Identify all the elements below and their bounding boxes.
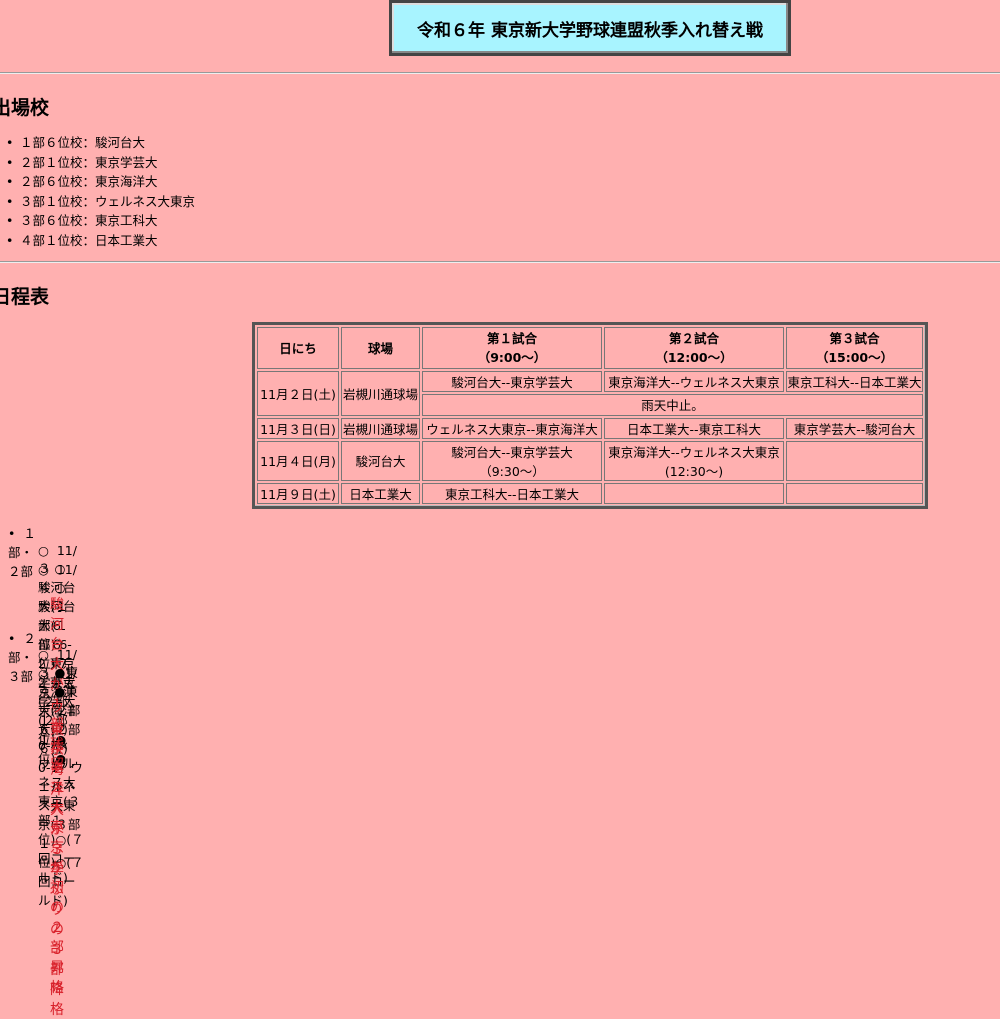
list-item: ２部６位校：東京海洋大 — [6, 172, 195, 192]
list-item: ３部６位校：東京工科大 — [6, 211, 195, 231]
list-item: ４部１位校：日本工業大 — [6, 231, 195, 251]
schedule-heading: 日程表 — [0, 286, 50, 308]
table-cell: 11月２日(土) — [257, 371, 339, 416]
list-item: １部６位校：駿河台大 — [6, 133, 195, 153]
table-cell: 日本工業大--東京工科大 — [604, 417, 784, 439]
table-cell: 東京海洋大--ウェルネス大東京 (12:30～) — [604, 440, 784, 481]
bullet-div23: • ２部・３部 — [8, 631, 36, 684]
table-cell — [786, 482, 923, 504]
table-cell — [604, 482, 784, 504]
header-game3: 第３試合 （15:00～） — [786, 327, 923, 370]
list-item: ２部１位校：東京学芸大 — [6, 153, 195, 173]
divider — [0, 261, 1000, 263]
table-cell: 東京学芸大--駿河台大 — [786, 417, 923, 439]
table-cell: 東京海洋大--ウェルネス大東京 — [604, 371, 784, 393]
participants-list: １部６位校：駿河台大 ２部１位校：東京学芸大 ２部６位校：東京海洋大 ３部１位校… — [0, 133, 195, 250]
table-cell: 東京工科大--日本工業大 — [422, 482, 602, 504]
table-cell: 11月９日(土) — [257, 482, 339, 504]
table-cell: 駿河台大--東京学芸大 （9:30～） — [422, 440, 602, 481]
header-date: 日にち — [257, 327, 339, 370]
header-game2: 第２試合 （12:00～） — [604, 327, 784, 370]
table-cell: 駿河台大 — [341, 440, 420, 481]
header-venue: 球場 — [341, 327, 420, 370]
table-cell: 東京工科大--日本工業大 — [786, 371, 923, 393]
table-cell: 11月４日(月) — [257, 440, 339, 481]
table-cell: 駿河台大--東京学芸大 — [422, 371, 602, 393]
list-item: ３部１位校：ウェルネス大東京 — [6, 192, 195, 212]
schedule-table: 日にち 球場 第１試合 （9:00～） 第２試合 （12:00～） 第３試合 （15:… — [252, 322, 928, 509]
table-cell: ウェルネス大東京--東京海洋大 — [422, 417, 602, 439]
table-cell: 雨天中止。 — [422, 394, 923, 416]
bullet-div12: • １部・２部 — [8, 526, 36, 579]
header-game1: 第１試合 （9:00～） — [422, 327, 602, 370]
page-title: 令和６年 東京新大学野球連盟秋季入れ替え戦 — [389, 0, 791, 56]
table-cell: 日本工業大 — [341, 482, 420, 504]
table-cell: 11月３日(日) — [257, 417, 339, 439]
table-cell: 岩槻川通球場 — [341, 417, 420, 439]
outcome-div23-relegation: 東京海洋大が３季ぶりの３部降格 — [50, 722, 64, 1018]
table-cell: 岩槻川通球場 — [341, 371, 420, 416]
table-cell — [786, 440, 923, 481]
participants-heading: 出場校 — [0, 97, 50, 119]
divider — [0, 72, 1000, 74]
